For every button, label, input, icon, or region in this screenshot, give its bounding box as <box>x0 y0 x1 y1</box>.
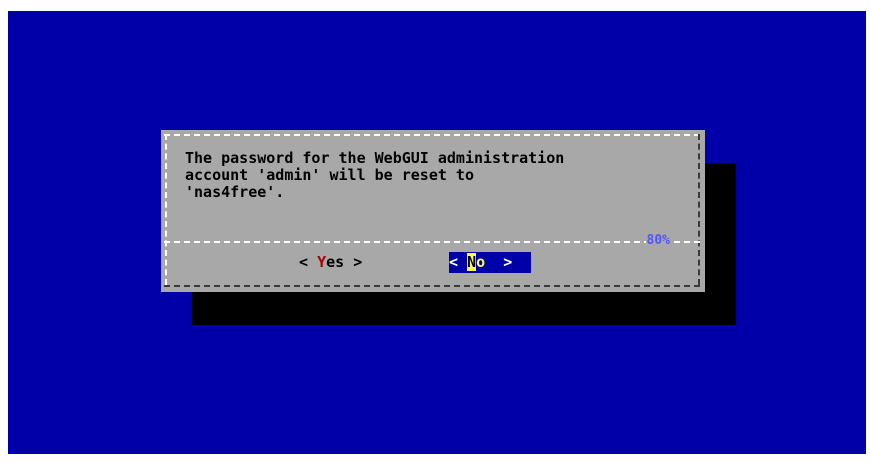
dialog-separator <box>164 241 700 243</box>
reset-password-dialog: The password for the WebGUI administrati… <box>161 130 705 292</box>
no-button-label-rest: o <box>476 253 486 271</box>
no-button-hotkey: N <box>467 253 477 271</box>
yes-button-label-rest: es <box>326 253 345 271</box>
no-button[interactable]: < No > <box>449 252 531 273</box>
message-line-3: 'nas4free'. <box>185 183 285 201</box>
progress-percent: 80% <box>645 233 671 248</box>
yes-button-left-bracket: < <box>299 253 309 271</box>
yes-button-hotkey: Y <box>317 253 327 271</box>
dialog-border-left <box>165 134 167 285</box>
message-line-2: account 'admin' will be reset to <box>185 166 474 184</box>
yes-button-right-bracket: > <box>353 253 363 271</box>
no-button-left-bracket: < <box>449 253 459 271</box>
message-line-1: The password for the WebGUI administrati… <box>185 149 565 167</box>
dialog-message: The password for the WebGUI administrati… <box>185 150 685 201</box>
dialog-border-right <box>698 134 700 285</box>
dialog-border-bottom <box>164 285 700 287</box>
no-button-right-bracket: > <box>503 253 513 271</box>
dialog-border-top <box>164 134 700 136</box>
yes-button[interactable]: < Yes > <box>299 252 362 273</box>
